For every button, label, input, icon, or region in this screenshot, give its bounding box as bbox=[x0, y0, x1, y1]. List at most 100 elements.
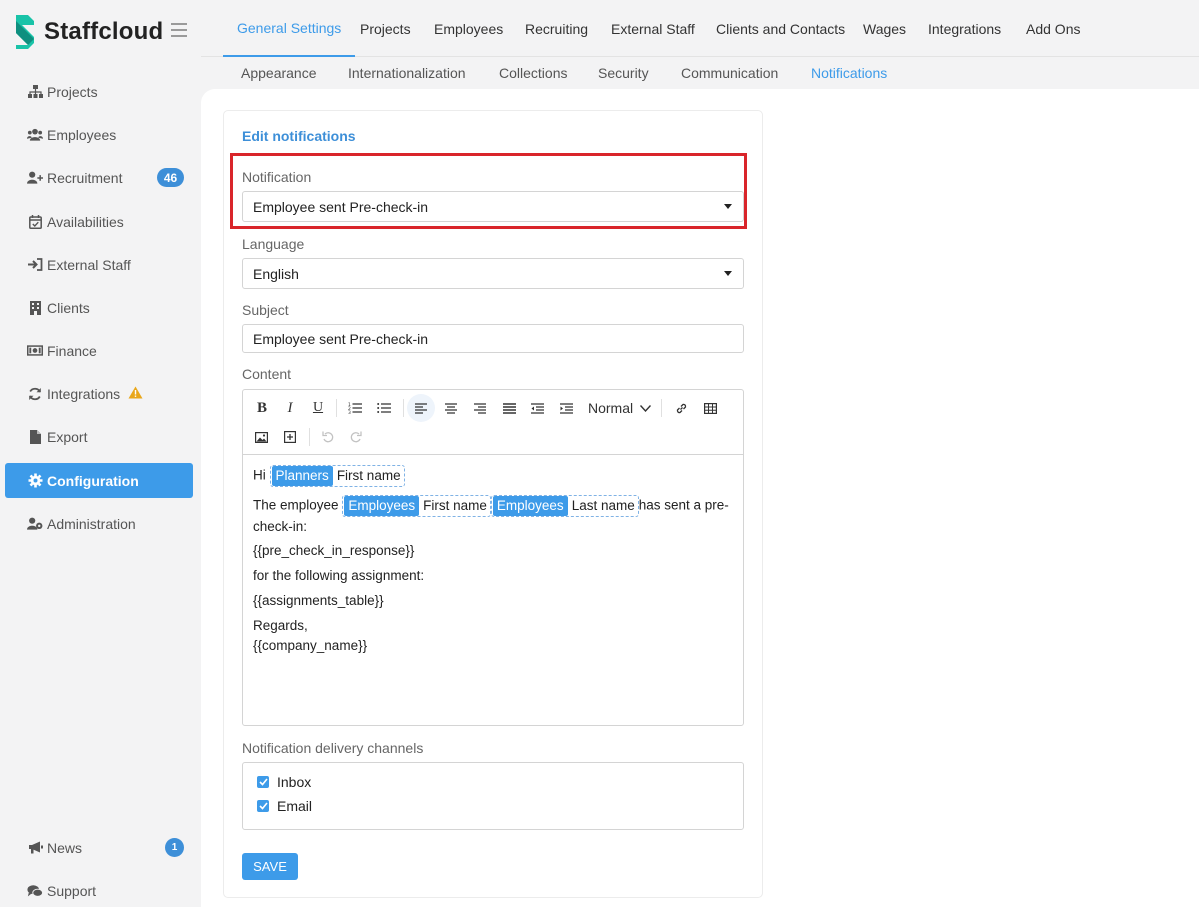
comments-icon bbox=[27, 883, 43, 899]
sidebar-item-label: Support bbox=[47, 882, 97, 899]
redo-icon[interactable] bbox=[345, 426, 367, 448]
subtab-communication[interactable]: Communication bbox=[681, 57, 778, 89]
toolbar-divider bbox=[661, 399, 662, 417]
subtab-appearance[interactable]: Appearance bbox=[241, 57, 317, 89]
employee-line: The employee Employees First name Employee… bbox=[253, 495, 733, 537]
notification-select[interactable]: Employee sent Pre-check-in bbox=[242, 191, 744, 222]
subtab-security[interactable]: Security bbox=[598, 57, 649, 89]
subject-label: Subject bbox=[242, 302, 289, 318]
subject-input[interactable]: Employee sent Pre-check-in bbox=[242, 324, 744, 353]
sitemap-icon bbox=[27, 84, 43, 100]
placeholder-token[interactable]: Planners First name bbox=[269, 465, 405, 487]
checkbox-label: Inbox bbox=[277, 774, 312, 790]
sidebar-item-employees[interactable]: Employees bbox=[5, 117, 193, 152]
sidebar-item-label: External Staff bbox=[47, 256, 131, 273]
tab-general-settings[interactable]: General Settings bbox=[223, 0, 356, 57]
token-tag: Employees bbox=[492, 496, 568, 516]
sidebar-item-finance[interactable]: Finance bbox=[5, 333, 193, 368]
caret-down-icon bbox=[724, 271, 732, 276]
email-checkbox-row[interactable]: Email bbox=[257, 798, 312, 814]
outdent-icon[interactable] bbox=[526, 397, 548, 419]
bold-button[interactable]: B bbox=[251, 397, 273, 419]
image-icon[interactable] bbox=[250, 426, 272, 448]
top-navigation: General Settings Projects Employees Recr… bbox=[201, 0, 1199, 57]
sidebar-item-export[interactable]: Export bbox=[5, 419, 193, 454]
rich-text-editor[interactable]: B I U 123 Normal Hi Planners First name … bbox=[242, 389, 744, 726]
align-left-icon[interactable] bbox=[407, 394, 435, 422]
checkbox-checked-icon[interactable] bbox=[257, 776, 269, 788]
news-count-badge: 1 bbox=[165, 838, 184, 857]
sidebar-item-projects[interactable]: Projects bbox=[5, 74, 193, 109]
channels-label: Notification delivery channels bbox=[242, 740, 424, 756]
hamburger-menu-icon[interactable] bbox=[171, 23, 187, 37]
editor-content[interactable]: Hi Planners First name The employee Emplo… bbox=[253, 465, 733, 661]
tab-clients-and-contacts[interactable]: Clients and Contacts bbox=[716, 0, 845, 57]
tab-projects[interactable]: Projects bbox=[360, 0, 411, 57]
line-text: The employee bbox=[253, 497, 339, 513]
content-line: {{pre_check_in_response}} bbox=[253, 543, 415, 558]
inbox-checkbox-row[interactable]: Inbox bbox=[257, 774, 311, 790]
logo[interactable]: Staffcloud bbox=[14, 12, 163, 52]
user-cog-icon bbox=[27, 516, 43, 532]
recruitment-count-badge: 46 bbox=[157, 168, 184, 187]
toolbar-divider bbox=[403, 399, 404, 417]
token-tag: Employees bbox=[344, 496, 420, 516]
checkbox-checked-icon[interactable] bbox=[257, 800, 269, 812]
tab-employees[interactable]: Employees bbox=[434, 0, 503, 57]
align-right-icon[interactable] bbox=[469, 397, 491, 419]
token-field: Last name bbox=[571, 498, 635, 513]
subtab-notifications[interactable]: Notifications bbox=[811, 57, 887, 89]
language-select-value: English bbox=[253, 265, 299, 282]
text-style-dropdown[interactable]: Normal bbox=[588, 397, 652, 419]
sidebar-item-label: Employees bbox=[47, 126, 117, 143]
content-label: Content bbox=[242, 366, 292, 382]
save-button[interactable]: SAVE bbox=[242, 853, 298, 880]
calendar-check-icon bbox=[27, 214, 43, 230]
sidebar-item-support[interactable]: Support bbox=[5, 873, 193, 907]
content-line: for the following assignment: bbox=[253, 568, 425, 583]
users-icon bbox=[27, 127, 43, 143]
language-label: Language bbox=[242, 236, 305, 252]
tab-add-ons[interactable]: Add Ons bbox=[1026, 0, 1080, 57]
sidebar-item-availabilities[interactable]: Availabilities bbox=[5, 204, 193, 239]
ordered-list-icon[interactable]: 123 bbox=[344, 397, 366, 419]
card-title: Edit notifications bbox=[242, 128, 356, 144]
sidebar-item-integrations[interactable]: Integrations bbox=[5, 376, 193, 411]
editor-toolbar: B I U 123 Normal bbox=[243, 390, 743, 455]
notification-select-value: Employee sent Pre-check-in bbox=[253, 198, 429, 215]
text-style-value: Normal bbox=[588, 400, 634, 416]
greeting-text: Hi bbox=[253, 467, 266, 483]
user-plus-icon bbox=[27, 170, 43, 186]
subtab-internationalization[interactable]: Internationalization bbox=[348, 57, 466, 89]
tab-integrations[interactable]: Integrations bbox=[928, 0, 1001, 57]
notification-label: Notification bbox=[242, 169, 312, 185]
italic-button[interactable]: I bbox=[279, 397, 301, 419]
chevron-down-icon bbox=[640, 404, 652, 412]
underline-button[interactable]: U bbox=[307, 397, 329, 419]
sidebar-item-administration[interactable]: Administration bbox=[5, 506, 193, 541]
content-line: {{assignments_table}} bbox=[253, 593, 384, 608]
money-icon bbox=[27, 343, 43, 359]
language-select[interactable]: English bbox=[242, 258, 744, 289]
placeholder-token[interactable]: Employees First name bbox=[342, 495, 491, 517]
subtab-collections[interactable]: Collections bbox=[499, 57, 567, 89]
toolbar-divider bbox=[336, 399, 337, 417]
bullet-list-icon[interactable] bbox=[373, 397, 395, 419]
undo-icon[interactable] bbox=[317, 426, 339, 448]
table-icon[interactable] bbox=[699, 397, 721, 419]
tab-recruiting[interactable]: Recruiting bbox=[525, 0, 588, 57]
insert-block-icon[interactable] bbox=[279, 426, 301, 448]
tab-wages[interactable]: Wages bbox=[863, 0, 906, 57]
tab-external-staff[interactable]: External Staff bbox=[611, 0, 695, 57]
content-line: Regards, bbox=[253, 618, 308, 633]
link-icon[interactable] bbox=[670, 397, 692, 419]
sidebar-item-clients[interactable]: Clients bbox=[5, 290, 193, 325]
sidebar-item-news[interactable]: News 1 bbox=[5, 830, 193, 865]
sidebar-item-external-staff[interactable]: External Staff bbox=[5, 247, 193, 282]
sidebar-item-recruitment[interactable]: Recruitment 46 bbox=[5, 160, 193, 195]
placeholder-token[interactable]: Employees Last name bbox=[490, 495, 639, 517]
align-justify-icon[interactable] bbox=[498, 397, 520, 419]
indent-icon[interactable] bbox=[555, 397, 577, 419]
align-center-icon[interactable] bbox=[440, 397, 462, 419]
sidebar-item-configuration[interactable]: Configuration bbox=[5, 463, 193, 498]
